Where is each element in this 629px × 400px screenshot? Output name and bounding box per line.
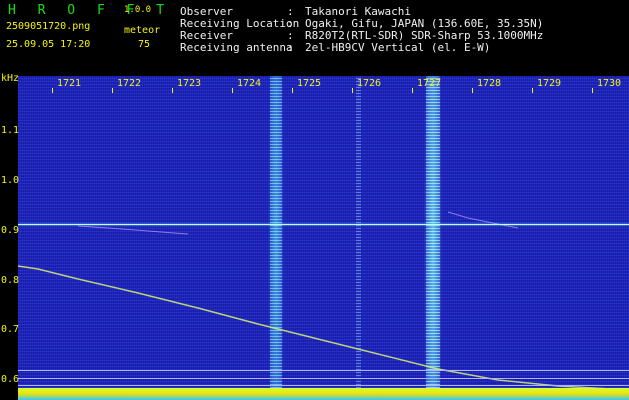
baseline-marker — [18, 378, 629, 379]
meteor-count-label: meteor — [124, 25, 161, 36]
time-tick-label: 1728 — [477, 78, 502, 89]
time-tick-mark — [232, 88, 233, 93]
frequency-tick-label: 0.9 — [1, 225, 20, 236]
time-tick-label: 1722 — [117, 78, 142, 89]
frequency-unit-label: kHz — [1, 73, 20, 84]
noise-floor-band — [18, 388, 629, 400]
faint-signal-trace — [447, 211, 519, 229]
time-tick-label: 1729 — [537, 78, 562, 89]
receiver-label: Receiver — [180, 29, 233, 42]
time-tick-mark — [412, 88, 413, 93]
drifting-signal-trace — [18, 265, 629, 391]
datetime-label: 25.09.05 17:20 — [6, 39, 91, 50]
antenna-separator: : — [287, 41, 294, 54]
header-panel: H R O F F T 1.0.0 2509051720.png meteor … — [0, 0, 629, 72]
time-tick-label: 1723 — [177, 78, 202, 89]
observer-label: Observer — [180, 5, 233, 18]
meteor-count-value: 75 — [138, 39, 151, 50]
time-tick-label: 1726 — [357, 78, 382, 89]
observer-value: Takanori Kawachi — [305, 5, 411, 18]
time-tick-mark — [532, 88, 533, 93]
time-tick-mark — [592, 88, 593, 93]
location-label: Receiving Location — [180, 17, 300, 30]
time-tick-mark — [112, 88, 113, 93]
faint-signal-trace — [77, 225, 189, 235]
frequency-tick-label: 0.6 — [1, 374, 20, 385]
time-tick-mark — [352, 88, 353, 93]
time-tick-mark — [472, 88, 473, 93]
time-tick-mark — [172, 88, 173, 93]
waterfall-spectrogram — [18, 76, 629, 400]
signal-traces — [18, 211, 629, 391]
time-tick-label: 1724 — [237, 78, 262, 89]
frequency-tick-label: 0.8 — [1, 275, 20, 286]
time-tick-mark — [52, 88, 53, 93]
time-tick-label: 1730 — [597, 78, 622, 89]
time-tick-mark — [292, 88, 293, 93]
time-tick-label: 1725 — [297, 78, 322, 89]
frequency-tick-label: 1.0 — [1, 175, 20, 186]
time-tick-label: 1727 — [417, 78, 442, 89]
time-tick-label: 1721 — [57, 78, 82, 89]
version-label: 1.0.0 — [124, 5, 152, 15]
antenna-label: Receiving antenna — [180, 41, 293, 54]
receiver-value: R820T2(RTL-SDR) SDR-Sharp 53.1000MHz — [305, 29, 544, 42]
frequency-tick-label: 0.7 — [1, 324, 20, 335]
baseline-marker — [18, 370, 629, 371]
frequency-tick-label: 1.1 — [1, 125, 20, 136]
location-value: Ogaki, Gifu, JAPAN (136.60E, 35.35N) — [305, 17, 544, 30]
observer-separator: : — [287, 5, 294, 18]
carrier-line — [18, 224, 629, 225]
location-separator: : — [287, 17, 294, 30]
baseline-marker — [18, 385, 629, 386]
receiver-separator: : — [287, 29, 294, 42]
antenna-value: 2el-HB9CV Vertical (el. E-W) — [305, 41, 491, 54]
filename-label: 2509051720.png — [6, 21, 91, 32]
